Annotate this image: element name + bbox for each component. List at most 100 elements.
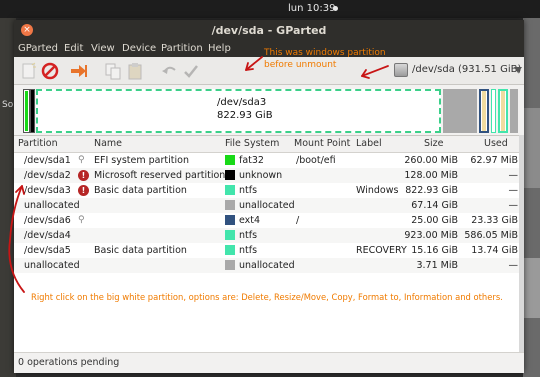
map-sda3-name: /dev/sda3: [217, 97, 267, 108]
menu-help[interactable]: Help: [208, 43, 231, 54]
cell-partition: /dev/sda2: [24, 170, 71, 181]
menu-view[interactable]: View: [91, 43, 115, 54]
menu-gparted[interactable]: GParted: [18, 43, 58, 54]
cell-filesystem: unknown: [239, 170, 283, 181]
map-sda3[interactable]: /dev/sda3 822.93 GiB: [36, 89, 441, 133]
gparted-window: × /dev/sda - GParted GParted Edit View D…: [14, 20, 524, 373]
col-name[interactable]: Name: [94, 138, 122, 149]
table-header: Partition Name File System Mount Point L…: [14, 136, 524, 153]
paste-icon[interactable]: [126, 62, 144, 80]
cell-filesystem: unallocated: [239, 260, 295, 271]
table-row[interactable]: /dev/sda5 Basic data partition ntfs RECOVER…: [14, 243, 524, 258]
cell-label: RECOVERY: [356, 245, 407, 256]
filesystem-color-icon: [225, 170, 235, 180]
table-row[interactable]: unallocated unallocated 3.71 MiB —: [14, 258, 524, 273]
cell-name: Microsoft reserved partition: [94, 170, 226, 181]
menu-edit[interactable]: Edit: [64, 43, 83, 54]
col-mount-point[interactable]: Mount Point: [294, 138, 350, 149]
table-row[interactable]: unallocated unallocated 67.14 GiB —: [14, 198, 524, 213]
menu-device[interactable]: Device: [122, 43, 156, 54]
cell-name: EFI system partition: [94, 155, 189, 166]
cell-size: 128.00 MiB: [404, 170, 458, 181]
cell-used: —: [508, 185, 519, 196]
map-unallocated-2[interactable]: [510, 89, 518, 133]
cell-used: 23.33 GiB: [471, 215, 518, 226]
map-sda6[interactable]: [479, 89, 489, 133]
table-row[interactable]: /dev/sda6 ⚲ ext4 / 25.00 GiB 23.33 GiB: [14, 213, 524, 228]
cell-name: Basic data partition: [94, 185, 187, 196]
cell-used: —: [508, 260, 519, 271]
cell-used: —: [508, 170, 519, 181]
map-sda5[interactable]: [498, 89, 508, 133]
cell-used: 586.05 MiB: [464, 230, 518, 241]
status-bar: 0 operations pending: [14, 352, 524, 373]
map-unallocated-1[interactable]: [443, 89, 477, 133]
cell-mount-point: /: [296, 215, 300, 226]
chevron-down-icon[interactable]: [514, 67, 522, 73]
title-bar[interactable]: × /dev/sda - GParted: [14, 20, 524, 40]
map-sda3-size: 822.93 GiB: [217, 110, 273, 121]
cell-filesystem: ext4: [239, 215, 261, 226]
cell-filesystem: fat32: [239, 155, 264, 166]
partition-table: Partition Name File System Mount Point L…: [14, 135, 524, 294]
col-used[interactable]: Used: [484, 138, 508, 149]
table-row[interactable]: /dev/sda2! Microsoft reserved partition un…: [14, 168, 524, 183]
map-sda2[interactable]: [30, 89, 35, 133]
cell-partition: /dev/sda4: [24, 230, 71, 241]
copy-icon[interactable]: [104, 62, 122, 80]
filesystem-color-icon: [225, 230, 235, 240]
map-sda4[interactable]: [491, 89, 496, 133]
delete-icon[interactable]: [41, 62, 59, 80]
clock[interactable]: lun 10:39: [288, 3, 335, 14]
cell-filesystem: ntfs: [239, 230, 258, 241]
table-row[interactable]: /dev/sda3! Basic data partition ntfs Window…: [14, 183, 524, 198]
cell-mount-point: /boot/efi: [296, 155, 336, 166]
col-label[interactable]: Label: [356, 138, 382, 149]
cell-used: —: [508, 200, 519, 211]
cell-size: 15.16 GiB: [411, 245, 458, 256]
device-selector-label: /dev/sda (931.51 GiB): [412, 64, 522, 75]
annotation-right-click: Right click on the big white partition, …: [31, 292, 503, 302]
operations-pending: 0 operations pending: [18, 357, 120, 368]
cell-partition: /dev/sda6: [24, 215, 71, 226]
apply-icon[interactable]: [182, 62, 200, 80]
cell-partition: /dev/sda3: [24, 185, 71, 196]
cell-filesystem: ntfs: [239, 245, 258, 256]
undo-icon[interactable]: [160, 62, 178, 80]
new-icon[interactable]: [20, 62, 38, 80]
cell-partition: unallocated: [24, 200, 80, 211]
filesystem-color-icon: [225, 155, 235, 165]
cell-size: 3.71 MiB: [416, 260, 458, 271]
table-row[interactable]: /dev/sda1 ⚲ EFI system partition fat32/boot…: [14, 153, 524, 168]
device-selector[interactable]: /dev/sda (931.51 GiB): [392, 61, 522, 80]
cell-partition: /dev/sda5: [24, 245, 71, 256]
map-sda1[interactable]: [23, 89, 30, 133]
menu-partition[interactable]: Partition: [161, 43, 203, 54]
warning-icon: !: [78, 170, 89, 181]
window-title: /dev/sda - GParted: [211, 24, 327, 37]
cell-size: 822.93 GiB: [405, 185, 458, 196]
filesystem-color-icon: [225, 245, 235, 255]
power-indicator-icon[interactable]: [333, 6, 338, 11]
key-icon: ⚲: [78, 155, 85, 165]
cell-used: 62.97 MiB: [470, 155, 518, 166]
table-row[interactable]: /dev/sda4 ntfs 923.00 MiB 586.05 MiB: [14, 228, 524, 243]
background-window-right: [523, 18, 540, 377]
cell-size: 67.14 GiB: [411, 200, 458, 211]
annotation-windows-partition: This was windows partition: [264, 48, 386, 58]
filesystem-color-icon: [225, 215, 235, 225]
key-icon: ⚲: [78, 215, 85, 225]
filesystem-color-icon: [225, 185, 235, 195]
col-size[interactable]: Size: [424, 138, 444, 149]
table-scrollbar[interactable]: [519, 135, 524, 352]
cell-size: 923.00 MiB: [404, 230, 458, 241]
cell-size: 260.00 MiB: [404, 155, 458, 166]
disk-icon: [394, 63, 408, 77]
col-filesystem[interactable]: File System: [225, 138, 279, 149]
annotation-before-unmount: before unmount: [264, 60, 337, 70]
cell-label: Windows: [356, 185, 399, 196]
filesystem-color-icon: [225, 260, 235, 270]
resize-move-icon[interactable]: [70, 62, 88, 80]
col-partition[interactable]: Partition: [18, 138, 58, 149]
cell-name: Basic data partition: [94, 245, 187, 256]
